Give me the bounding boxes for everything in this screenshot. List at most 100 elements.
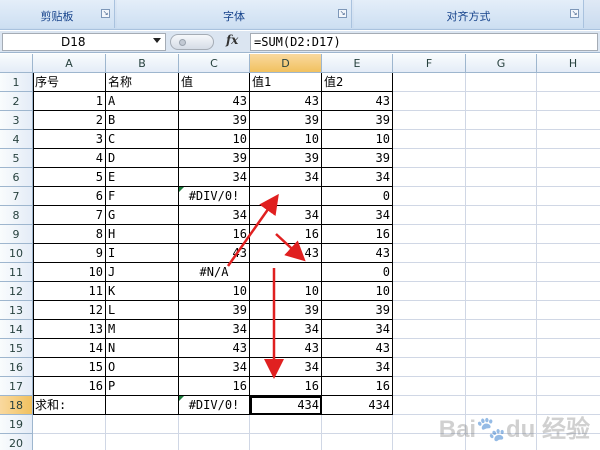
cell-f15[interactable]: [393, 339, 466, 358]
cell-a17[interactable]: 16: [33, 377, 106, 396]
cell-f5[interactable]: [393, 149, 466, 168]
cell-g10[interactable]: [466, 244, 537, 263]
row-header[interactable]: 16: [0, 358, 33, 377]
row-header[interactable]: 1: [0, 73, 33, 92]
cell-f17[interactable]: [393, 377, 466, 396]
cell-f13[interactable]: [393, 301, 466, 320]
cell-d6[interactable]: 34: [250, 168, 322, 187]
row-header[interactable]: 3: [0, 111, 33, 130]
cell-d16[interactable]: 34: [250, 358, 322, 377]
cell-e8[interactable]: 34: [322, 206, 393, 225]
cell-b1[interactable]: 名称: [106, 73, 179, 92]
cell-b8[interactable]: G: [106, 206, 179, 225]
cell-c4[interactable]: 10: [179, 130, 250, 149]
cell-h6[interactable]: [537, 168, 600, 187]
cell-d2[interactable]: 43: [250, 92, 322, 111]
row-header[interactable]: 8: [0, 206, 33, 225]
cell-g11[interactable]: [466, 263, 537, 282]
cell-g5[interactable]: [466, 149, 537, 168]
cell-c13[interactable]: 39: [179, 301, 250, 320]
cell-e9[interactable]: 16: [322, 225, 393, 244]
cell-b18[interactable]: [106, 396, 179, 415]
cell-h10[interactable]: [537, 244, 600, 263]
cell-h17[interactable]: [537, 377, 600, 396]
cell-a3[interactable]: 2: [33, 111, 106, 130]
cell-d11[interactable]: [250, 263, 322, 282]
cell-e14[interactable]: 34: [322, 320, 393, 339]
cell-a13[interactable]: 12: [33, 301, 106, 320]
cell-a15[interactable]: 14: [33, 339, 106, 358]
cell-e3[interactable]: 39: [322, 111, 393, 130]
cell-d12[interactable]: 10: [250, 282, 322, 301]
cell-b6[interactable]: E: [106, 168, 179, 187]
cell-b4[interactable]: C: [106, 130, 179, 149]
cell-d7[interactable]: [250, 187, 322, 206]
cell-e1[interactable]: 值2: [322, 73, 393, 92]
cell-f7[interactable]: [393, 187, 466, 206]
row-header[interactable]: 13: [0, 301, 33, 320]
cell-b16[interactable]: O: [106, 358, 179, 377]
dialog-launcher-icon[interactable]: ↘: [101, 9, 110, 18]
cell-c20[interactable]: [179, 434, 250, 450]
cell-b2[interactable]: A: [106, 92, 179, 111]
cell-b10[interactable]: I: [106, 244, 179, 263]
cell-a4[interactable]: 3: [33, 130, 106, 149]
cell-a8[interactable]: 7: [33, 206, 106, 225]
cell-a2[interactable]: 1: [33, 92, 106, 111]
chevron-down-icon[interactable]: [153, 38, 161, 43]
cell-d5[interactable]: 39: [250, 149, 322, 168]
cell-g3[interactable]: [466, 111, 537, 130]
row-header[interactable]: 2: [0, 92, 33, 111]
cell-g6[interactable]: [466, 168, 537, 187]
row-header[interactable]: 12: [0, 282, 33, 301]
cell-b3[interactable]: B: [106, 111, 179, 130]
cell-c12[interactable]: 10: [179, 282, 250, 301]
dialog-launcher-icon[interactable]: ↘: [338, 9, 347, 18]
row-header[interactable]: 18: [0, 396, 33, 415]
cell-g13[interactable]: [466, 301, 537, 320]
cell-a5[interactable]: 4: [33, 149, 106, 168]
row-header[interactable]: 5: [0, 149, 33, 168]
cell-e20[interactable]: [322, 434, 393, 450]
row-header[interactable]: 11: [0, 263, 33, 282]
cell-f8[interactable]: [393, 206, 466, 225]
cell-a19[interactable]: [33, 415, 106, 434]
cell-d13[interactable]: 39: [250, 301, 322, 320]
cell-a7[interactable]: 6: [33, 187, 106, 206]
cell-d14[interactable]: 34: [250, 320, 322, 339]
cell-c6[interactable]: 34: [179, 168, 250, 187]
cell-c18[interactable]: #DIV/0!: [179, 396, 250, 415]
column-header-g[interactable]: G: [466, 54, 537, 73]
cell-g4[interactable]: [466, 130, 537, 149]
cell-h13[interactable]: [537, 301, 600, 320]
cell-f1[interactable]: [393, 73, 466, 92]
column-header-d[interactable]: D: [250, 54, 322, 73]
cell-f14[interactable]: [393, 320, 466, 339]
cell-d1[interactable]: 值1: [250, 73, 322, 92]
cell-b12[interactable]: K: [106, 282, 179, 301]
cell-h3[interactable]: [537, 111, 600, 130]
cell-e12[interactable]: 10: [322, 282, 393, 301]
row-header[interactable]: 9: [0, 225, 33, 244]
cell-c10[interactable]: 43: [179, 244, 250, 263]
cell-c3[interactable]: 39: [179, 111, 250, 130]
cell-h15[interactable]: [537, 339, 600, 358]
cell-e6[interactable]: 34: [322, 168, 393, 187]
cell-b9[interactable]: H: [106, 225, 179, 244]
cell-h5[interactable]: [537, 149, 600, 168]
cell-d20[interactable]: [250, 434, 322, 450]
cell-a14[interactable]: 13: [33, 320, 106, 339]
row-header[interactable]: 14: [0, 320, 33, 339]
cell-a6[interactable]: 5: [33, 168, 106, 187]
cell-f16[interactable]: [393, 358, 466, 377]
cell-a16[interactable]: 15: [33, 358, 106, 377]
formula-bar-resize-handle[interactable]: [170, 34, 214, 50]
cell-h4[interactable]: [537, 130, 600, 149]
cell-g7[interactable]: [466, 187, 537, 206]
column-header-f[interactable]: F: [393, 54, 466, 73]
cell-a1[interactable]: 序号: [33, 73, 106, 92]
name-box[interactable]: D18: [2, 33, 166, 51]
cell-f2[interactable]: [393, 92, 466, 111]
cell-f6[interactable]: [393, 168, 466, 187]
column-header-e[interactable]: E: [322, 54, 393, 73]
